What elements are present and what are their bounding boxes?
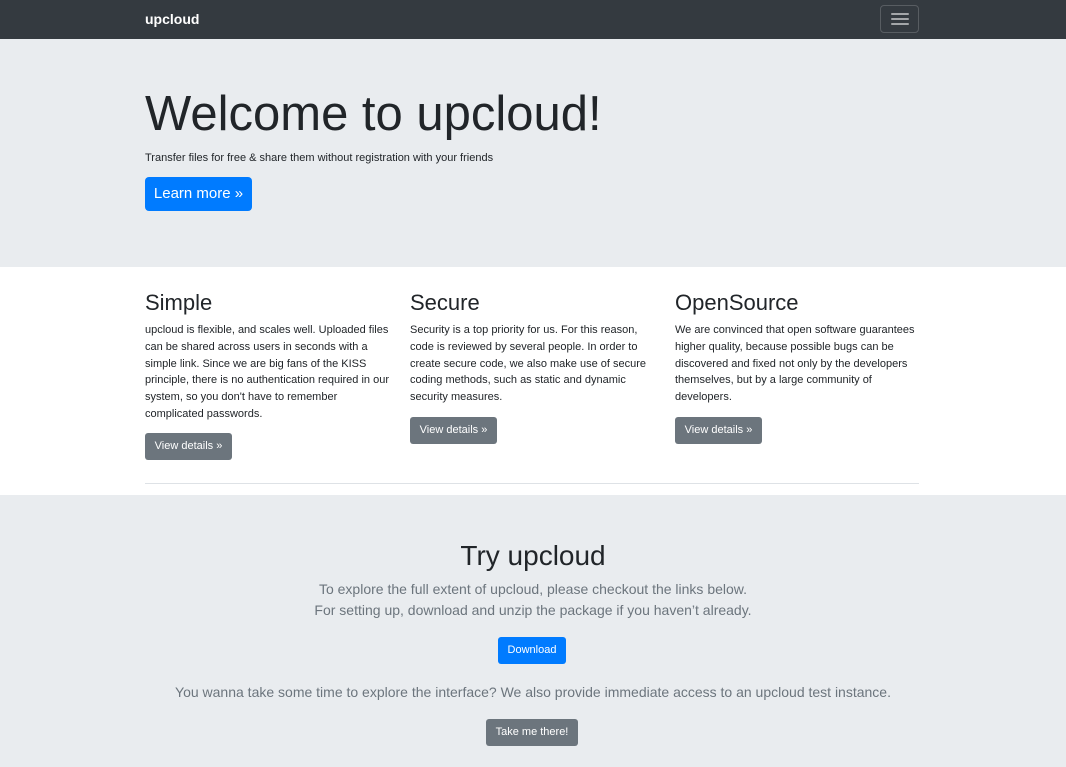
navbar: upcloud: [0, 0, 1066, 39]
navbar-toggle-button[interactable]: [880, 5, 919, 33]
brand-logo-link[interactable]: upcloud: [145, 10, 199, 28]
try-section: Try upcloud To explore the full extent o…: [0, 495, 1066, 767]
view-details-simple-button[interactable]: View details »: [145, 433, 232, 460]
take-me-there-button[interactable]: Take me there!: [486, 719, 578, 746]
section-divider: [145, 483, 919, 484]
hero-section: Welcome to upcloud! Transfer files for f…: [0, 39, 1066, 267]
hero-title: Welcome to upcloud!: [145, 87, 602, 141]
feature-text: Security is a top priority for us. For t…: [410, 324, 647, 404]
feature-secure: Secure Security is a top priority for us…: [410, 289, 655, 406]
feature-text: We are convinced that open software guar…: [675, 324, 915, 404]
learn-more-button[interactable]: Learn more »: [145, 177, 252, 211]
feature-title: OpenSource: [675, 290, 799, 315]
hamburger-menu-icon: [891, 13, 909, 25]
try-intro-line-1: To explore the full extent of upcloud, p…: [318, 581, 748, 597]
feature-title: Secure: [410, 290, 480, 315]
feature-title: Simple: [145, 290, 213, 315]
feature-text: upcloud is flexible, and scales well. Up…: [145, 324, 389, 420]
download-button[interactable]: Download: [498, 637, 566, 664]
hero-subtitle: Transfer files for free & share them wit…: [145, 152, 494, 164]
feature-simple: Simple upcloud is flexible, and scales w…: [145, 289, 390, 423]
try-title: Try upcloud: [460, 540, 606, 571]
feature-opensource: OpenSource We are convinced that open so…: [675, 289, 920, 406]
try-intro-line-2: For setting up, download and unzip the p…: [314, 602, 752, 618]
view-details-secure-button[interactable]: View details »: [410, 417, 497, 444]
try-explore-text: You wanna take some time to explore the …: [175, 684, 891, 700]
view-details-opensource-button[interactable]: View details »: [675, 417, 762, 444]
